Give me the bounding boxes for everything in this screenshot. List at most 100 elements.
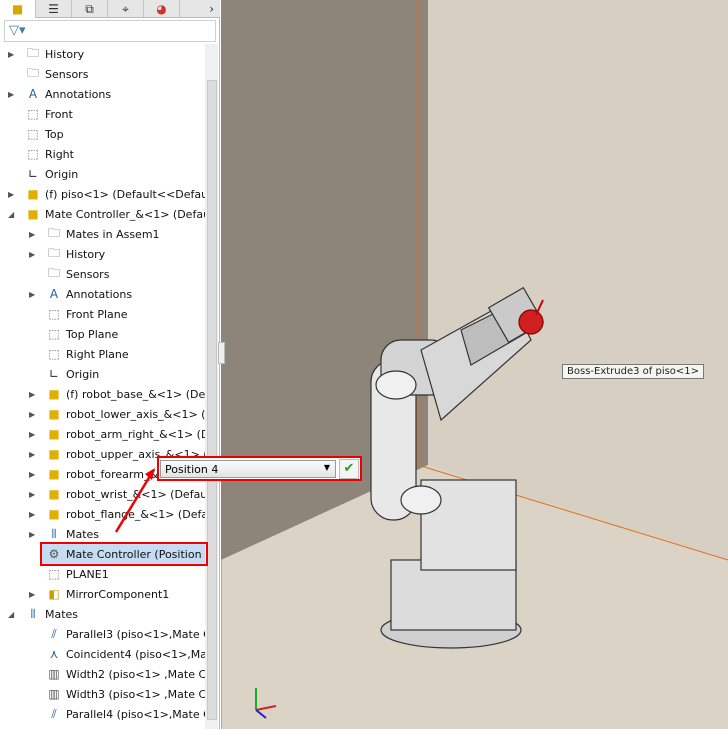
tree-item[interactable]: ◢ ⫴ Mates [0,604,205,624]
tree-item[interactable]: ▶ ◧ MirrorComponent1 [0,584,205,604]
tree-item[interactable]: ⬚ Top [0,124,205,144]
expand-arrow-icon[interactable]: ▶ [29,250,37,259]
tree-item[interactable]: ⫽ Parallel4 (piso<1>,Mate Cont [0,704,205,724]
tree-item[interactable]: ⬚ Right [0,144,205,164]
tree-item-label: Mates in Assem1 [66,227,160,241]
expand-arrow-icon[interactable]: ▶ [29,450,37,459]
tree-item-label: (f) piso<1> (Default<<Default>_P [45,187,205,201]
tree-item-label: Coincident4 (piso<1>,Mate C [66,647,205,661]
expand-arrow-icon[interactable]: ▶ [29,390,37,399]
tree-item[interactable]: 🗀 Sensors [0,264,205,284]
tree-item-label: Origin [45,167,79,181]
sensors-folder-icon: 🗀 [47,265,60,280]
tree-item[interactable]: ⬚ PLANE1 [0,564,205,584]
tree-item[interactable]: 🗀 Sensors [0,64,205,84]
confirm-button[interactable]: ✔ [339,458,359,479]
part-icon: ■ [48,467,60,481]
tree-item[interactable]: ▶ 🗀 Mates in Assem1 [0,224,205,244]
expand-arrow-icon[interactable]: ▶ [29,490,37,499]
expand-arrow-icon[interactable]: ▶ [29,590,37,599]
parallel-mate-icon: ⫽ [51,706,57,721]
expand-arrow-icon[interactable]: ▶ [8,90,16,99]
tree-item-label: Top [45,127,64,141]
tab-display-manager[interactable]: ◕ [144,0,180,18]
plane-icon: ⬚ [27,127,39,141]
tree-item[interactable]: ∟ Origin [0,364,205,384]
tree-item[interactable]: ⬚ Right Plane [0,344,205,364]
expand-arrow-icon[interactable]: ▶ [29,430,37,439]
list-icon: ☰ [48,2,59,16]
tree-item[interactable]: ⋏ Coincident4 (piso<1>,Mate C [0,644,205,664]
width-mate-icon: ▥ [48,667,60,681]
assembly-icon: ■ [27,207,39,221]
tab-configuration-manager[interactable]: ⧉ [72,0,108,18]
tree-item-label: Top Plane [66,327,119,341]
tree-filter[interactable]: ▽▾ [4,20,216,42]
part-icon: ■ [48,427,60,441]
tree-item-label: Parallel3 (piso<1>,Mate Cont [66,627,205,641]
position-dropdown[interactable]: Position 4 ▼ [160,459,336,478]
plane-icon: ⬚ [48,567,60,581]
tree-item-label: Annotations [45,87,112,101]
origin-icon: ∟ [48,367,60,381]
tree-item[interactable]: ▶ ■ (f) robot_base_&<1> (Defaul [0,384,205,404]
tree-item[interactable]: ∟ Origin [0,164,205,184]
expand-arrow-icon[interactable]: ▶ [29,410,37,419]
crosshair-icon: ⌖ [122,1,129,16]
plane-icon: ⬚ [48,347,60,361]
tree-item[interactable]: ▶ 🗀 History [0,244,205,264]
collapse-arrow-icon[interactable]: ◢ [8,210,16,219]
panel-collapse-handle[interactable] [218,342,225,364]
tree-item-label: History [66,247,106,261]
tree-item[interactable]: ▥ Width3 (piso<1> ,Mate Cont [0,684,205,704]
mates-folder-icon: 🗀 [47,225,60,240]
tree-item-label: History [45,47,85,61]
collapse-arrow-icon[interactable]: ◢ [8,610,16,619]
expand-arrow-icon[interactable]: ▶ [8,190,16,199]
expand-arrow-icon[interactable]: ▶ [29,470,37,479]
tree-item[interactable]: ▶ ■ (f) piso<1> (Default<<Default>_P [0,184,205,204]
tree-item[interactable]: ⫽ Parallel3 (piso<1>,Mate Cont [0,624,205,644]
expand-arrow-icon[interactable]: ▶ [29,530,37,539]
display-pie-icon: ◕ [156,2,167,16]
tree-item[interactable]: ▶ ■ robot_flange_&<1> (Default [0,504,205,524]
tree-item[interactable]: ▶ ■ robot_arm_right_&<1> (Defa [0,424,205,444]
sensors-folder-icon: 🗀 [26,65,39,80]
tree-item[interactable]: ⬚ Top Plane [0,324,205,344]
tree-item[interactable]: ▶ ■ robot_wrist_&<1> (Default< [0,484,205,504]
tree-item[interactable]: ▶ ⫴ Mates [0,524,205,544]
tree-item[interactable]: ▶ ■ robot_lower_axis_&<1> (Defa [0,404,205,424]
part-icon: ■ [48,407,60,421]
tree-item-label: PLANE1 [66,567,109,581]
tree-item-label: Right [45,147,74,161]
mates-icon: ⫴ [30,606,36,621]
tree-item[interactable]: ▶ A Annotations [0,84,205,104]
expand-arrow-icon[interactable]: ▶ [29,230,37,239]
tab-dimxpert-manager[interactable]: ⌖ [108,0,144,18]
tab-feature-manager[interactable]: ■ [0,0,36,18]
plane-icon: ⬚ [27,147,39,161]
expand-arrow-icon[interactable]: ▶ [29,510,37,519]
tree-item-label: Sensors [45,67,89,81]
tree-item[interactable]: ⬚ Front [0,104,205,124]
tree-item-label: Width3 (piso<1> ,Mate Cont [66,687,205,701]
scrollbar-thumb[interactable] [207,80,217,720]
history-folder-icon: 🗀 [26,45,39,60]
tree-item[interactable]: ▶ A Annotations [0,284,205,304]
tab-property-manager[interactable]: ☰ [36,0,72,18]
tree-item-label: Width2 (piso<1> ,Mate Cont [66,667,205,681]
expand-arrow-icon[interactable]: ▶ [8,50,16,59]
tree-item[interactable]: ⬚ Front Plane [0,304,205,324]
filter-icon: ▽▾ [9,23,26,38]
parallel-mate-icon: ⫽ [51,626,57,641]
dropdown-arrow-icon: ▼ [323,462,330,472]
tree-item[interactable]: ◢ ■ Mate Controller_&<1> (Default< [0,204,205,224]
tabs-more-button[interactable]: › [180,0,220,18]
tree-item-label: robot_wrist_&<1> (Default< [66,487,205,501]
tree-item[interactable]: ▥ Width2 (piso<1> ,Mate Cont [0,664,205,684]
annotations-folder-icon: A [28,87,38,101]
feature-tree: ▶ 🗀 History 🗀 Sensors ▶ A Annotations ⬚ Front ⬚ Top… [0,44,205,729]
tree-item[interactable]: ▶ 🗀 History [0,44,205,64]
expand-arrow-icon[interactable]: ▶ [29,290,37,299]
part-icon: ■ [48,507,60,521]
